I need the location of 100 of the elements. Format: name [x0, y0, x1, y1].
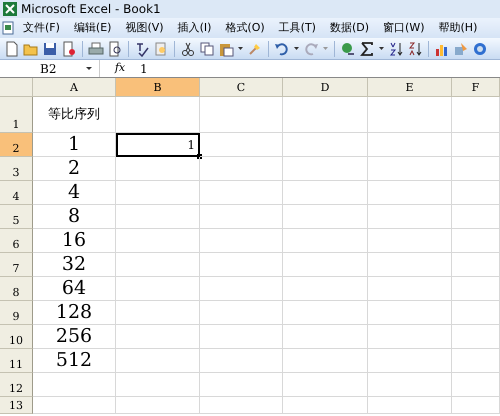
empty-cell[interactable] [283, 157, 368, 181]
table-cell[interactable]: 256 [33, 325, 116, 349]
row-header[interactable]: 6 [0, 229, 33, 253]
name-box[interactable]: B2 [0, 60, 100, 77]
empty-cell[interactable] [283, 253, 368, 277]
empty-cell[interactable] [116, 229, 200, 253]
empty-cell[interactable] [452, 181, 500, 205]
save-icon[interactable] [42, 40, 58, 56]
empty-cell[interactable] [200, 133, 283, 157]
copy-icon[interactable] [199, 40, 215, 56]
empty-cell[interactable] [452, 301, 500, 325]
empty-cell[interactable] [368, 229, 452, 253]
empty-cell[interactable] [368, 349, 452, 373]
drawing-icon[interactable] [453, 40, 469, 56]
empty-cell[interactable] [200, 349, 283, 373]
empty-cell[interactable] [200, 301, 283, 325]
table-cell[interactable]: 64 [33, 277, 116, 301]
table-cell[interactable]: 8 [33, 205, 116, 229]
empty-cell[interactable] [283, 133, 368, 157]
row-header[interactable]: 9 [0, 301, 33, 325]
column-header[interactable]: D [283, 78, 368, 97]
empty-cell[interactable] [116, 325, 200, 349]
empty-cell[interactable] [116, 373, 200, 397]
empty-cell[interactable] [283, 181, 368, 205]
empty-cell[interactable] [452, 253, 500, 277]
cut-icon[interactable] [180, 40, 196, 56]
undo-icon[interactable] [274, 40, 290, 56]
row-header[interactable]: 4 [0, 181, 33, 205]
menu-item[interactable]: 工具(T) [272, 20, 323, 36]
empty-cell[interactable] [452, 277, 500, 301]
menu-item[interactable]: 插入(I) [170, 20, 218, 36]
empty-cell[interactable] [452, 397, 500, 414]
row-header[interactable]: 8 [0, 277, 33, 301]
empty-cell[interactable] [116, 349, 200, 373]
empty-cell[interactable] [116, 157, 200, 181]
insert-function-label[interactable]: fx [100, 60, 140, 77]
column-header[interactable]: C [200, 78, 283, 97]
spelling-icon[interactable] [134, 40, 150, 56]
table-cell[interactable]: 512 [33, 349, 116, 373]
row-header[interactable]: 3 [0, 157, 33, 181]
empty-cell[interactable] [283, 373, 368, 397]
row-header[interactable]: 11 [0, 349, 33, 373]
table-cell[interactable]: 等比序列 [33, 97, 116, 133]
empty-cell[interactable] [283, 301, 368, 325]
row-header[interactable]: 13 [0, 397, 33, 414]
empty-cell[interactable] [116, 205, 200, 229]
empty-cell[interactable] [200, 373, 283, 397]
empty-cell[interactable] [368, 181, 452, 205]
row-header[interactable]: 5 [0, 205, 33, 229]
row-header[interactable]: 7 [0, 253, 33, 277]
empty-cell[interactable] [368, 397, 452, 414]
table-cell[interactable]: 4 [33, 181, 116, 205]
empty-cell[interactable] [200, 181, 283, 205]
empty-cell[interactable] [283, 397, 368, 414]
print-icon[interactable] [88, 40, 104, 56]
empty-cell[interactable] [200, 277, 283, 301]
empty-cell[interactable] [283, 229, 368, 253]
empty-cell[interactable] [368, 301, 452, 325]
empty-cell[interactable] [116, 301, 200, 325]
empty-cell[interactable] [200, 253, 283, 277]
empty-cell[interactable] [368, 205, 452, 229]
empty-cell[interactable] [452, 373, 500, 397]
row-header[interactable]: 12 [0, 373, 33, 397]
empty-cell[interactable] [200, 325, 283, 349]
empty-cell[interactable] [452, 97, 500, 133]
empty-cell[interactable] [116, 97, 200, 133]
empty-cell[interactable] [452, 229, 500, 253]
sort-descending-icon[interactable] [407, 40, 423, 56]
empty-cell[interactable] [368, 277, 452, 301]
column-header[interactable]: A [33, 78, 116, 97]
menu-item[interactable]: 帮助(H) [432, 20, 484, 36]
empty-cell[interactable] [283, 205, 368, 229]
empty-cell[interactable] [368, 253, 452, 277]
menu-item[interactable]: 视图(V) [118, 20, 171, 36]
empty-cell[interactable] [200, 157, 283, 181]
print-preview-icon[interactable] [107, 40, 123, 56]
row-header[interactable]: 1 [0, 97, 33, 133]
table-cell[interactable]: 32 [33, 253, 116, 277]
empty-cell[interactable] [116, 253, 200, 277]
active-cell[interactable]: 1 [116, 133, 200, 157]
empty-cell[interactable] [200, 397, 283, 414]
sort-ascending-icon[interactable] [388, 40, 404, 56]
row-header[interactable]: 10 [0, 325, 33, 349]
menu-item[interactable]: 格式(O) [218, 20, 272, 36]
empty-cell[interactable] [452, 157, 500, 181]
empty-cell[interactable] [452, 349, 500, 373]
column-header[interactable]: B [116, 78, 200, 97]
empty-cell[interactable] [368, 373, 452, 397]
empty-cell[interactable] [368, 325, 452, 349]
menu-item[interactable]: 文件(F) [16, 20, 67, 36]
row-header[interactable]: 2 [0, 133, 33, 157]
fill-handle[interactable] [197, 154, 202, 159]
table-cell[interactable]: 16 [33, 229, 116, 253]
empty-cell[interactable] [452, 325, 500, 349]
empty-cell[interactable] [368, 157, 452, 181]
empty-cell[interactable] [200, 229, 283, 253]
empty-cell[interactable] [200, 205, 283, 229]
empty-cell[interactable] [452, 205, 500, 229]
empty-cell[interactable] [283, 349, 368, 373]
formula-field[interactable]: 1 [140, 60, 500, 77]
